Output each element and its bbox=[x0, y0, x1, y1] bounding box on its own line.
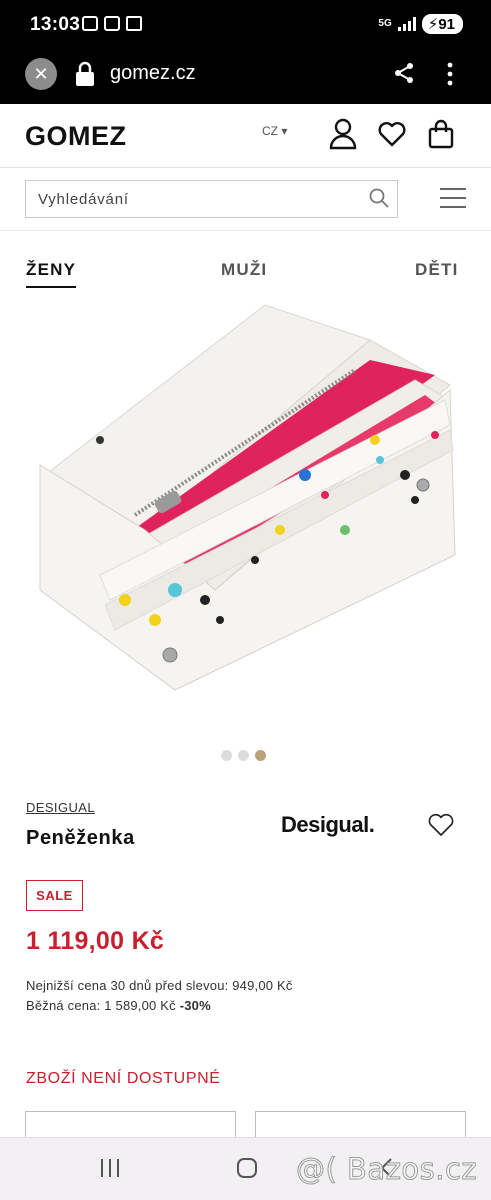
battery-level: 91 bbox=[438, 16, 455, 33]
language-selector[interactable]: CZ ▾ bbox=[262, 124, 287, 138]
brand-link[interactable]: DESIGUAL bbox=[26, 800, 95, 815]
gallery-dot-active[interactable] bbox=[255, 750, 266, 761]
battery-icon: ⚡91 bbox=[421, 14, 463, 34]
image-icon bbox=[104, 16, 120, 31]
divider bbox=[0, 230, 491, 231]
site-logo[interactable]: GOMEZ bbox=[25, 121, 127, 152]
availability-status: ZBOŽÍ NENÍ DOSTUPNÉ bbox=[26, 1070, 221, 1087]
lock-icon bbox=[76, 61, 94, 86]
regular-price: Běžná cena: 1 589,00 Kč bbox=[26, 998, 176, 1013]
brand-logo[interactable]: Desigual. bbox=[281, 812, 375, 838]
network-type: 5G bbox=[378, 18, 392, 29]
cart-icon[interactable] bbox=[426, 118, 456, 150]
status-bar: 13:03 5G ⚡91 bbox=[0, 0, 491, 50]
screenshot-icon bbox=[82, 16, 98, 31]
close-icon[interactable]: ✕ bbox=[25, 58, 57, 90]
home-icon[interactable] bbox=[237, 1158, 257, 1178]
watermark: @( Bazos.cz bbox=[295, 1152, 478, 1187]
search-input[interactable] bbox=[26, 181, 356, 217]
search-box bbox=[25, 180, 398, 218]
regular-price-note: Běžná cena: 1 589,00 Kč -30% bbox=[26, 998, 211, 1013]
sale-badge: SALE bbox=[26, 880, 83, 911]
signal-icon bbox=[397, 17, 416, 31]
system-nav-bar: @( Bazos.cz bbox=[0, 1137, 491, 1200]
account-icon[interactable] bbox=[328, 118, 358, 150]
more-icon[interactable] bbox=[446, 61, 454, 87]
lowest-price-note: Nejnižší cena 30 dnů před slevou: 949,00… bbox=[26, 978, 293, 993]
recent-apps-icon[interactable] bbox=[101, 1159, 119, 1177]
add-to-wishlist-icon[interactable] bbox=[427, 812, 455, 838]
discount-percent: -30% bbox=[179, 998, 211, 1013]
product-title: Peněženka bbox=[26, 827, 135, 849]
gallery-dot[interactable] bbox=[221, 750, 232, 761]
wishlist-icon[interactable] bbox=[377, 118, 407, 150]
search-icon[interactable] bbox=[369, 188, 389, 208]
gallery-dots bbox=[221, 750, 266, 761]
tab-zeny[interactable]: ŽENY bbox=[26, 260, 77, 288]
tab-deti[interactable]: DĚTI bbox=[415, 260, 459, 280]
url-bar[interactable]: gomez.cz bbox=[110, 62, 196, 85]
browser-bar: ✕ gomez.cz bbox=[0, 50, 491, 104]
menu-icon[interactable] bbox=[440, 188, 466, 210]
mail-icon bbox=[126, 16, 142, 31]
site-header: GOMEZ CZ ▾ bbox=[0, 104, 491, 168]
share-icon[interactable] bbox=[392, 61, 416, 85]
gallery-dot[interactable] bbox=[238, 750, 249, 761]
tab-muzi[interactable]: MUŽI bbox=[221, 260, 267, 280]
clock: 13:03 bbox=[30, 14, 81, 35]
product-image[interactable] bbox=[25, 300, 466, 720]
price: 1 119,00 Kč bbox=[26, 927, 165, 955]
